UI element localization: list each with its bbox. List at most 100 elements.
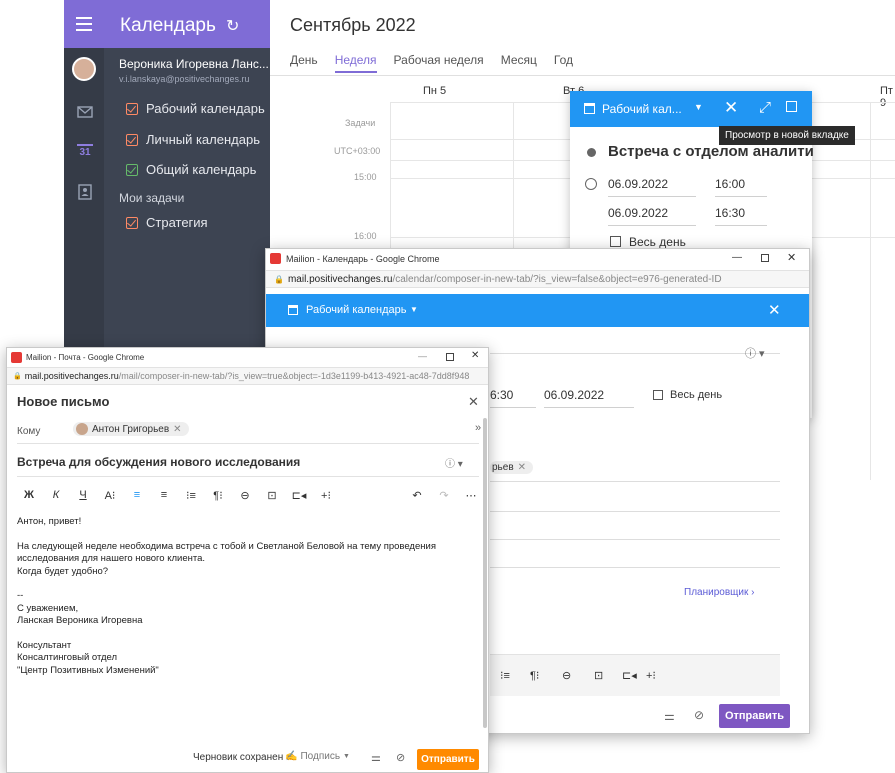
- tab-year[interactable]: Год: [554, 53, 573, 67]
- expand-recipients-icon[interactable]: »: [475, 422, 481, 434]
- contacts-icon[interactable]: [77, 184, 93, 200]
- align-center-button[interactable]: ≡: [152, 485, 176, 505]
- settings-icon[interactable]: ⚌: [664, 709, 675, 723]
- refresh-icon[interactable]: ↻: [226, 16, 239, 36]
- calendar-item-label: Общий календарь: [146, 162, 257, 177]
- attach-icon[interactable]: ⊘: [694, 708, 704, 722]
- tab-month[interactable]: Месяц: [501, 53, 537, 67]
- body-line: [17, 628, 477, 640]
- redo-icon[interactable]: ↷: [432, 485, 456, 505]
- remove-icon[interactable]: ✕: [173, 424, 181, 435]
- undo-icon[interactable]: ↶: [405, 485, 429, 505]
- insert-more-button[interactable]: +⁝: [314, 485, 338, 505]
- address-bar[interactable]: 🔒 mail.positivechanges.ru/calendar/compo…: [266, 270, 809, 288]
- end-time-field[interactable]: 16:30: [715, 206, 767, 226]
- chevron-down-icon[interactable]: ▼: [694, 102, 703, 112]
- checkbox-icon[interactable]: [126, 102, 138, 115]
- chevron-down-icon[interactable]: ▼: [410, 305, 418, 314]
- send-button[interactable]: Отправить: [417, 749, 479, 770]
- body-line: Антон, привет!: [17, 516, 82, 527]
- app-favicon-icon: [11, 352, 22, 363]
- paragraph-icon[interactable]: ¶⁝: [530, 669, 539, 682]
- all-day-checkbox[interactable]: [610, 236, 621, 247]
- close-icon[interactable]: ✕: [724, 98, 738, 118]
- paragraph-button[interactable]: ¶⁝: [206, 485, 230, 505]
- to-label: Кому: [17, 426, 41, 437]
- video-icon[interactable]: ⊏◂: [622, 669, 637, 682]
- all-day-label: Весь день: [629, 235, 686, 249]
- calendar-item-work[interactable]: Рабочий календарь: [126, 101, 265, 116]
- end-date-field[interactable]: 06.09.2022: [608, 206, 696, 226]
- attendee-chip[interactable]: рьев ✕: [490, 461, 534, 474]
- composer-header: Рабочий календарь ▼ ✕: [266, 294, 809, 327]
- popup-calendar-name[interactable]: Рабочий кал...: [602, 102, 682, 116]
- checkbox-icon[interactable]: [126, 133, 138, 146]
- close-icon[interactable]: ✕: [768, 301, 781, 319]
- time-label: 15:00: [354, 172, 377, 182]
- link-icon[interactable]: ⊖: [562, 669, 571, 682]
- url-path: /calendar/composer-in-new-tab/?is_view=f…: [392, 273, 722, 285]
- composer-title: Новое письмо: [17, 394, 110, 409]
- start-time-field[interactable]: 6:30: [490, 388, 536, 408]
- message-body[interactable]: Антон, привет! На следующей неделе необх…: [17, 516, 477, 677]
- menu-icon[interactable]: [76, 17, 92, 31]
- italic-button[interactable]: К: [44, 485, 68, 505]
- open-in-new-tab-icon[interactable]: [786, 101, 797, 112]
- calendar-item-label: Рабочий календарь: [146, 101, 265, 116]
- user-avatar[interactable]: [72, 57, 96, 81]
- underline-button[interactable]: Ч: [71, 485, 95, 505]
- subject-field[interactable]: Встреча для обсуждения нового исследован…: [17, 455, 300, 469]
- signature-menu[interactable]: ✍ Подпись ▼: [285, 751, 350, 762]
- font-size-button[interactable]: A⁝: [98, 485, 122, 505]
- align-left-button[interactable]: ≡: [125, 485, 149, 505]
- calendar-item-shared[interactable]: Общий календарь: [126, 162, 256, 177]
- minimize-icon[interactable]: —: [418, 351, 427, 361]
- calendar-selector[interactable]: Рабочий календарь: [306, 304, 407, 316]
- scrollbar[interactable]: [483, 418, 487, 728]
- all-day-checkbox[interactable]: [653, 390, 663, 400]
- task-item[interactable]: Стратегия: [126, 215, 208, 230]
- checkbox-icon[interactable]: [126, 216, 138, 229]
- more-insert-icon[interactable]: +⁝: [646, 669, 656, 682]
- end-date-field[interactable]: 06.09.2022: [544, 388, 634, 408]
- image-icon[interactable]: ⊡: [594, 669, 603, 682]
- day-header[interactable]: Пн 5: [423, 85, 446, 97]
- more-icon[interactable]: ⋯: [459, 485, 483, 505]
- settings-icon[interactable]: ⚌: [371, 751, 381, 764]
- bold-button[interactable]: Ж: [17, 485, 41, 505]
- tab-week[interactable]: Неделя: [334, 53, 377, 73]
- tab-work-week[interactable]: Рабочая неделя: [394, 53, 484, 67]
- tab-day[interactable]: День: [290, 53, 318, 67]
- expand-icon[interactable]: ⤢: [759, 99, 771, 116]
- image-button[interactable]: ⊡: [260, 485, 284, 505]
- close-window-icon[interactable]: ✕: [471, 350, 479, 361]
- close-icon[interactable]: ✕: [468, 394, 479, 410]
- start-date-field[interactable]: 06.09.2022: [608, 177, 696, 197]
- link-button[interactable]: ⊖: [233, 485, 257, 505]
- close-window-icon[interactable]: ✕: [787, 251, 796, 264]
- scheduler-link[interactable]: Планировщик ›: [684, 587, 754, 598]
- body-line: Когда будет удобно?: [17, 565, 109, 577]
- checkbox-icon[interactable]: [126, 163, 138, 176]
- maximize-icon[interactable]: [446, 353, 454, 361]
- day-header[interactable]: Пт 9: [880, 85, 895, 109]
- remove-icon[interactable]: ✕: [518, 462, 526, 473]
- video-button[interactable]: ⊏◂: [287, 485, 311, 505]
- calendar-item-personal[interactable]: Личный календарь: [126, 132, 260, 147]
- draft-status: Черновик сохранен: [193, 752, 284, 763]
- tasks-header[interactable]: Мои задачи: [119, 191, 184, 205]
- event-title[interactable]: Встреча с отделом аналити: [608, 143, 814, 160]
- minimize-icon[interactable]: —: [732, 252, 742, 263]
- maximize-icon[interactable]: [761, 254, 769, 262]
- list-icon[interactable]: ⁝≡: [500, 669, 510, 682]
- list-button[interactable]: ⁝≡: [179, 485, 203, 505]
- send-button[interactable]: Отправить: [719, 704, 790, 728]
- mail-icon[interactable]: [77, 104, 93, 120]
- attach-icon[interactable]: ⊘: [396, 751, 405, 764]
- start-time-field[interactable]: 16:00: [715, 177, 767, 197]
- priority-icon[interactable]: ⓘ ▾: [745, 345, 765, 361]
- calendar-icon[interactable]: 31: [77, 144, 93, 160]
- address-bar[interactable]: 🔒 mail.positivechanges.ru/mail/composer-…: [7, 367, 488, 385]
- recipient-chip[interactable]: Антон Григорьев ✕: [73, 422, 189, 436]
- priority-icon[interactable]: ⓘ ▾: [445, 455, 463, 470]
